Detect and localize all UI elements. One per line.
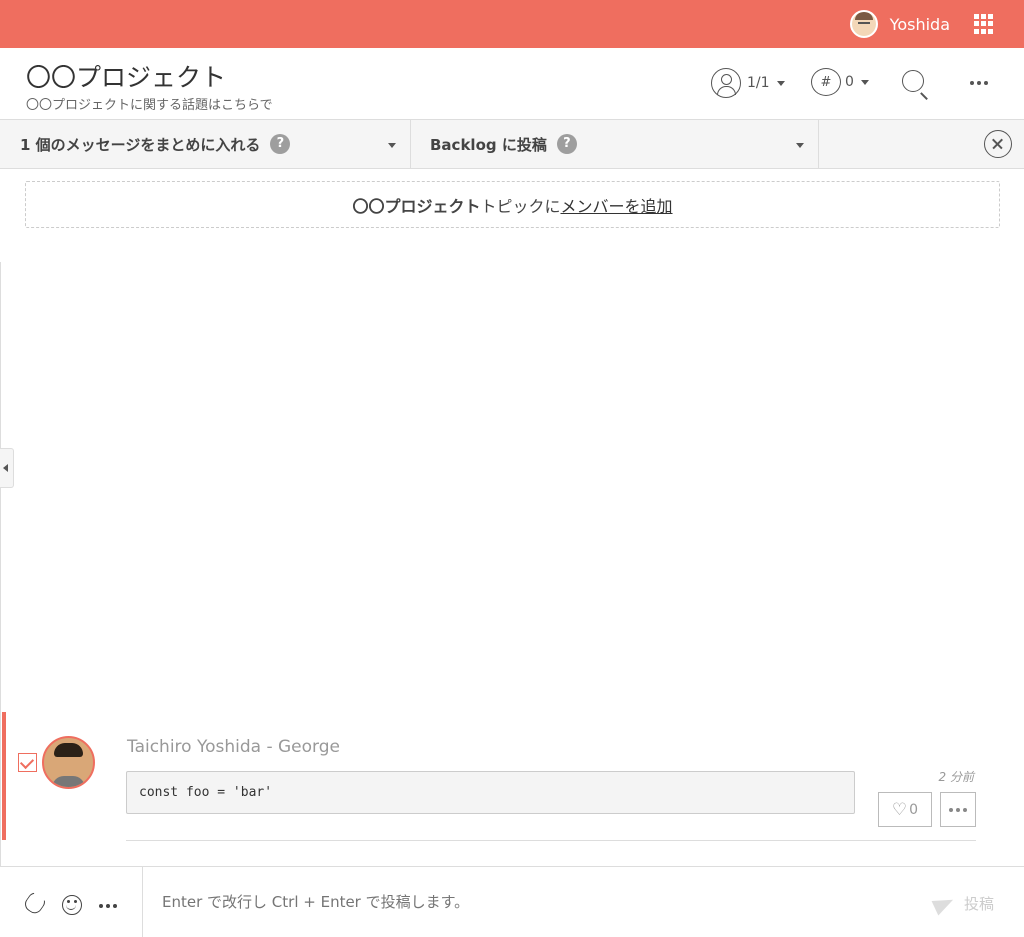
paperclip-icon[interactable] [21,889,49,917]
more-options-icon[interactable] [970,81,988,85]
like-button[interactable]: ♡ 0 [878,792,932,827]
search-icon[interactable] [900,68,930,98]
add-member-notice: 〇〇プロジェクト トピックに メンバーを追加 [25,181,1000,228]
message-more-button[interactable] [940,792,976,827]
post-backlog-label: Backlog に投稿 [430,135,547,154]
members-dropdown[interactable]: 1/1 [711,68,785,98]
combine-messages-dropdown[interactable]: 1 個のメッセージをまとめに入れる ? [0,120,411,168]
selection-toolbar: 1 個のメッセージをまとめに入れる ? Backlog に投稿 ? [0,120,1024,169]
emoji-icon[interactable] [62,895,82,915]
notice-topic-name: 〇〇プロジェクト [352,196,481,216]
message-composer: 投稿 [0,866,1024,937]
close-icon[interactable] [984,130,1012,158]
help-icon[interactable]: ? [556,134,577,154]
notice-text: トピックに [480,196,561,216]
add-member-link[interactable]: メンバーを追加 [561,193,673,217]
message-checkbox[interactable] [18,753,37,772]
post-to-backlog-dropdown[interactable]: Backlog に投稿 ? [411,120,819,168]
topics-count: 0 [845,74,854,90]
heart-icon: ♡ [891,799,908,820]
hashtag-dropdown[interactable]: # 0 [811,68,869,96]
sidebar-toggle-icon[interactable] [0,448,14,488]
user-menu[interactable]: Yoshida [849,10,950,38]
message-author[interactable]: Taichiro Yoshida - George [127,737,340,757]
more-icon [949,807,967,812]
selected-indicator [2,712,6,840]
message-divider [126,840,976,841]
avatar[interactable] [42,736,95,789]
left-border [0,262,1,867]
message-input[interactable] [144,867,904,937]
help-icon[interactable]: ? [270,134,291,154]
hashtag-symbol: # [820,74,832,90]
person-icon [711,68,741,98]
combine-label: 1 個のメッセージをまとめに入れる [20,135,261,154]
top-bar: Yoshida [0,0,1024,48]
members-count: 1/1 [747,75,770,91]
hashtag-bubble-icon: # [811,68,841,96]
topic-subtitle: 〇〇プロジェクトに関する話題はこちらで [26,98,273,113]
grid-icon[interactable] [974,14,994,34]
topic-header: 〇〇プロジェクト 〇〇プロジェクトに関する話題はこちらで 1/1 # 0 [0,48,1024,120]
send-icon [931,892,957,915]
composer-tools [0,867,143,937]
caret-down-icon [388,143,396,148]
post-button[interactable]: 投稿 [931,892,994,915]
caret-down-icon [776,80,785,86]
code-block: const foo = 'bar' [126,771,855,814]
topic-title: 〇〇プロジェクト [26,63,227,92]
composer-more-icon[interactable] [99,904,117,908]
caret-down-icon [796,143,804,148]
like-count: 0 [909,801,919,818]
user-name: Yoshida [889,14,950,34]
user-avatar-icon [849,10,878,38]
caret-down-icon [860,79,869,85]
post-button-label: 投稿 [963,895,994,913]
message-time: 2 分前 [938,770,974,784]
